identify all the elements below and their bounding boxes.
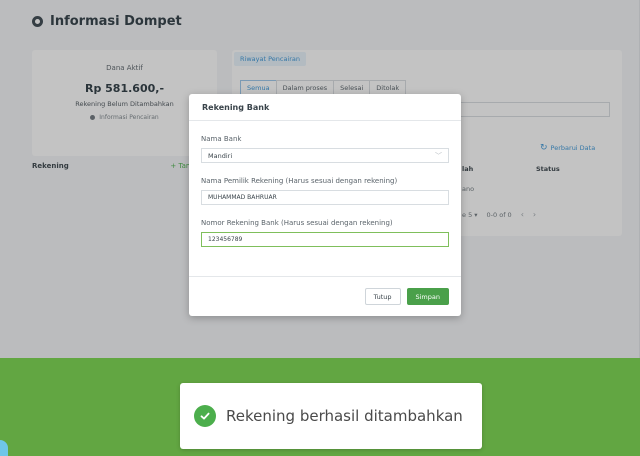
- owner-name-label: Nama Pemilik Rekening (Harus sesuai deng…: [201, 177, 398, 185]
- modal-footer: Tutup Simpan: [189, 276, 461, 316]
- modal-body: Nama Bank Mandiri ﹀ Nama Pemilik Rekenin…: [189, 121, 461, 247]
- close-button[interactable]: Tutup: [364, 288, 401, 305]
- bank-account-modal: Rekening Bank Nama Bank Mandiri ﹀ Nama P…: [189, 94, 461, 316]
- account-number-input[interactable]: 123456789: [201, 232, 449, 247]
- bank-name-label: Nama Bank: [201, 135, 242, 143]
- toast-message: Rekening berhasil ditambahkan: [226, 407, 463, 425]
- modal-title: Rekening Bank: [189, 94, 461, 121]
- save-button[interactable]: Simpan: [406, 288, 449, 305]
- account-number-label: Nomor Rekening Bank (Harus sesuai dengan…: [201, 219, 393, 227]
- bank-name-value: Mandiri: [208, 151, 233, 160]
- owner-name-input[interactable]: MUHAMMAD BAHRUAR: [201, 190, 449, 205]
- success-toast: Rekening berhasil ditambahkan: [180, 383, 482, 449]
- chevron-down-icon: ﹀: [435, 151, 442, 160]
- check-circle-icon: [194, 405, 216, 427]
- bank-name-select[interactable]: Mandiri ﹀: [201, 148, 449, 163]
